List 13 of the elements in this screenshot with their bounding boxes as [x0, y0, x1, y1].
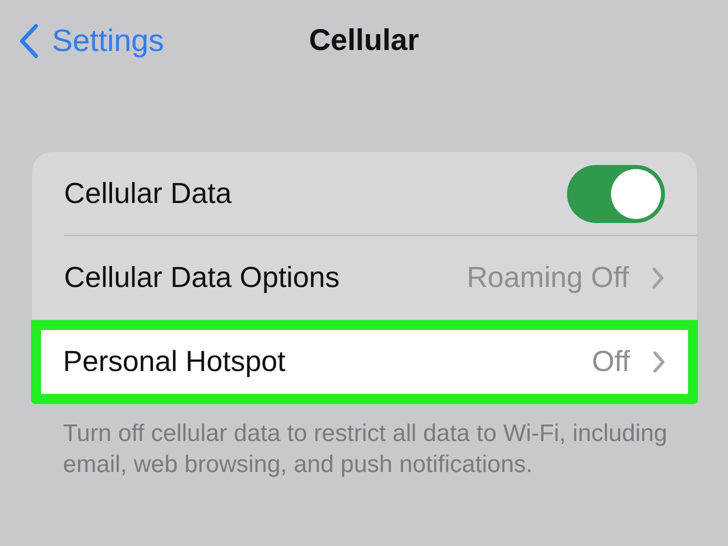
row-label: Cellular Data Options — [64, 262, 341, 294]
back-chevron-icon — [18, 23, 40, 59]
row-label: Personal Hotspot — [63, 346, 286, 378]
settings-row[interactable]: Personal Hotspot Off — [31, 320, 698, 404]
footer-note: Turn off cellular data to restrict all data to Wi-Fi, including email, web browsing, and push notifications. — [63, 419, 668, 480]
settings-row[interactable]: Cellular Data Options Roaming Off — [32, 236, 697, 320]
chevron-right-icon — [652, 350, 666, 374]
screen-title: Cellular — [308, 24, 420, 58]
settings-row[interactable]: Cellular Data — [32, 152, 697, 236]
row-value: Off — [592, 346, 630, 378]
row-value: Roaming Off — [466, 262, 629, 294]
chevron-right-icon — [651, 266, 665, 290]
row-label: Cellular Data — [64, 178, 233, 210]
